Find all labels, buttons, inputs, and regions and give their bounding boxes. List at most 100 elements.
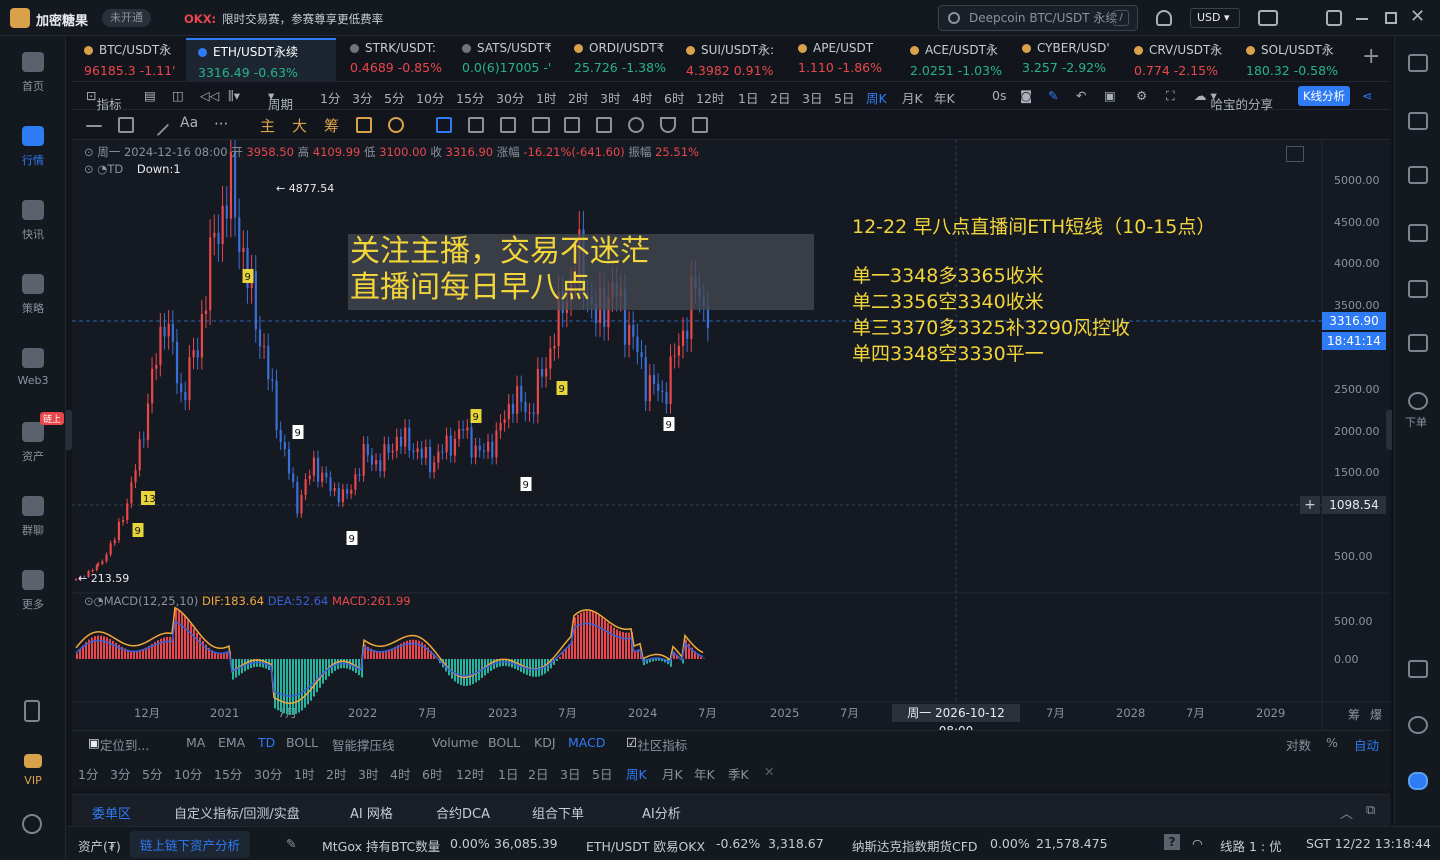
tf-button[interactable]: 3日 bbox=[802, 88, 822, 107]
tab-custom-indicators[interactable]: 自定义指标/回测/实盘 bbox=[174, 803, 300, 822]
tf-button[interactable]: 1日 bbox=[498, 764, 518, 783]
camera-icon[interactable]: ◙ bbox=[1020, 88, 1032, 103]
chart-type-icon[interactable]: ⫼▾ bbox=[228, 88, 240, 104]
currency-select[interactable]: USD ▾ bbox=[1190, 8, 1240, 28]
panel-icon[interactable] bbox=[1408, 660, 1428, 678]
ticker-tab[interactable]: SATS/USDT₹ 0.0(6)17005 -' bbox=[450, 38, 562, 82]
assistant-icon[interactable] bbox=[1408, 772, 1428, 790]
chip-toggle[interactable]: 筹 bbox=[1348, 706, 1360, 723]
expand-icon[interactable] bbox=[1286, 146, 1304, 162]
chip-tool[interactable]: 筹 bbox=[324, 115, 339, 136]
tab-ai-analysis[interactable]: AI分析 bbox=[642, 803, 681, 822]
left-collapse-handle[interactable] bbox=[66, 410, 72, 450]
ticker-tab[interactable]: ACE/USDT永 2.0251 -1.03% bbox=[898, 38, 1010, 82]
log-scale-toggle[interactable]: 对数 bbox=[1286, 735, 1311, 754]
indicator-volume[interactable]: Volume bbox=[432, 735, 479, 750]
tab-ai-grid[interactable]: AI 网格 bbox=[350, 803, 393, 822]
gear-icon[interactable]: ⚙ bbox=[1136, 88, 1147, 103]
add-tab-icon[interactable]: + bbox=[1362, 44, 1380, 69]
headset-icon[interactable] bbox=[1408, 716, 1428, 734]
ticker-tab-selected[interactable]: ETH/USDT永续 3316.49 -0.63% bbox=[186, 38, 336, 82]
tf-button[interactable]: 年K bbox=[694, 764, 715, 783]
share-icon[interactable]: ⋖ bbox=[1362, 88, 1372, 103]
tf-button[interactable]: 4时 bbox=[390, 764, 410, 783]
copy-icon[interactable] bbox=[436, 117, 452, 133]
tf-button-active[interactable]: 周K bbox=[866, 88, 887, 107]
edit-icon[interactable]: ✎ bbox=[286, 836, 296, 851]
tf-button[interactable]: 5分 bbox=[142, 764, 162, 783]
rectangle-icon[interactable] bbox=[118, 117, 134, 133]
tf-button[interactable]: 4时 bbox=[632, 88, 652, 107]
indicator-ema[interactable]: EMA bbox=[218, 735, 245, 750]
collapse-panel-icon[interactable]: ︿ bbox=[1340, 803, 1353, 822]
layout-icon[interactable] bbox=[1326, 10, 1342, 26]
close-icon[interactable]: ✕ bbox=[1410, 6, 1425, 27]
trash-icon[interactable] bbox=[692, 117, 708, 133]
period-select[interactable]: 周期 ▾ bbox=[268, 88, 293, 112]
nav-market[interactable]: 行情 bbox=[0, 126, 66, 168]
tab-combo-order[interactable]: 组合下单 bbox=[532, 803, 584, 822]
tf-button[interactable]: 季K bbox=[728, 764, 749, 783]
close-icon[interactable]: ✕ bbox=[764, 764, 774, 779]
fullscreen-icon[interactable]: ⛶ bbox=[1166, 88, 1175, 104]
indicator-boll[interactable]: BOLL bbox=[286, 735, 318, 750]
right-collapse-handle[interactable] bbox=[1386, 410, 1392, 450]
undo-icon[interactable]: ↶ bbox=[1076, 88, 1086, 103]
nav-chat[interactable]: 群聊 bbox=[0, 496, 66, 538]
filter-icon[interactable] bbox=[660, 117, 676, 133]
chart-area[interactable]: 5000.00 4500.00 4000.00 3500.00 2500.00 2000.… bbox=[72, 140, 1390, 738]
mail-icon[interactable] bbox=[1258, 10, 1278, 26]
list-icon[interactable] bbox=[1408, 54, 1428, 72]
tf-button[interactable]: 6时 bbox=[422, 764, 442, 783]
collapse-icon[interactable]: ⊙ bbox=[84, 594, 94, 608]
ticker-tab[interactable]: APE/USDT 1.110 -1.86% bbox=[786, 38, 898, 82]
tf-button[interactable]: 年K bbox=[934, 88, 955, 107]
tf-button[interactable]: 12时 bbox=[456, 764, 484, 783]
ticker-1-name[interactable]: MtGox 持有BTC数量 bbox=[322, 836, 440, 855]
document-icon[interactable] bbox=[1408, 112, 1428, 130]
help-icon[interactable]: ? bbox=[1164, 834, 1180, 850]
lock-icon[interactable] bbox=[564, 117, 580, 133]
tf-button[interactable]: 3时 bbox=[600, 88, 620, 107]
tf-button[interactable]: 2日 bbox=[528, 764, 548, 783]
tf-button[interactable]: 12时 bbox=[696, 88, 724, 107]
tf-button[interactable]: 6时 bbox=[664, 88, 684, 107]
indicator-td-active[interactable]: TD bbox=[258, 735, 275, 750]
magnet-icon[interactable] bbox=[500, 117, 516, 133]
tf-button[interactable]: 5日 bbox=[834, 88, 854, 107]
signal-icon[interactable] bbox=[1408, 224, 1428, 242]
main-force-tool[interactable]: 主 bbox=[260, 115, 275, 136]
layout-split-icon[interactable]: ◫ bbox=[172, 88, 184, 103]
maximize-icon[interactable] bbox=[1385, 12, 1397, 24]
tf-button[interactable]: 2时 bbox=[568, 88, 588, 107]
kline-analysis-button[interactable]: K线分析 bbox=[1298, 86, 1351, 106]
tf-button[interactable]: 3分 bbox=[110, 764, 130, 783]
order-label[interactable]: 下单 bbox=[1405, 414, 1427, 430]
indicator-macd-active[interactable]: MACD bbox=[568, 735, 605, 750]
ticker-tab[interactable]: STRK/USDT: 0.4689 -0.85% bbox=[338, 38, 450, 82]
network-line[interactable]: 线路 1 : 优 bbox=[1220, 836, 1282, 855]
minimize-icon[interactable] bbox=[1356, 18, 1368, 20]
ticker-2-name[interactable]: ETH/USDT 欧易OKX bbox=[586, 836, 705, 855]
horizontal-line-icon[interactable] bbox=[86, 125, 102, 127]
refresh-icon[interactable] bbox=[356, 117, 372, 133]
brush-icon[interactable] bbox=[468, 117, 484, 133]
tf-button[interactable]: 10分 bbox=[174, 764, 202, 783]
nav-home[interactable]: 首页 bbox=[0, 52, 66, 94]
indicator-support[interactable]: 智能撑压线 bbox=[332, 735, 395, 754]
tf-button[interactable]: 10分 bbox=[416, 88, 444, 107]
share-button[interactable]: ☁ 哈宝的分享 ▾ bbox=[1194, 88, 1273, 112]
tf-button[interactable]: 5分 bbox=[384, 88, 404, 107]
nav-strategy[interactable]: 策略 bbox=[0, 274, 66, 316]
save-icon[interactable]: ▣ bbox=[1104, 88, 1116, 103]
nav-web3[interactable]: Web3 bbox=[0, 348, 66, 387]
collapse-icon[interactable]: ⊙ bbox=[84, 162, 94, 176]
avatar[interactable] bbox=[10, 8, 30, 28]
popout-icon[interactable]: ⧉ bbox=[1366, 803, 1375, 818]
pen-icon[interactable]: ✎ bbox=[1048, 88, 1058, 103]
add-alert-icon[interactable]: + bbox=[1300, 496, 1320, 514]
ticker-tab[interactable]: CRV/USDT永 0.774 -2.15% bbox=[1122, 38, 1234, 82]
ticker-tab[interactable]: BTC/USDT永 96185.3 -1.11' bbox=[72, 38, 184, 82]
tf-button[interactable]: 1日 bbox=[738, 88, 758, 107]
card-icon[interactable] bbox=[1408, 334, 1428, 352]
